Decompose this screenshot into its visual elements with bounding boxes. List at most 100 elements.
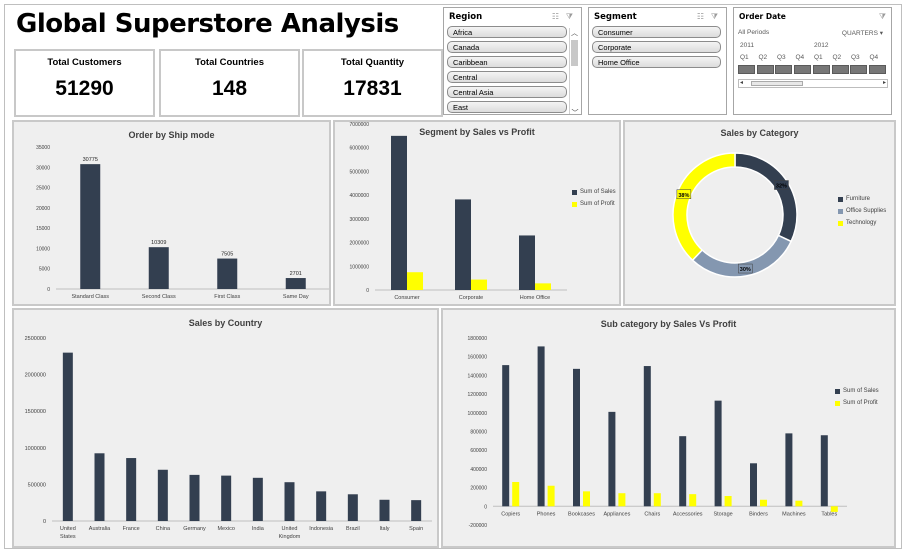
bar-copiers-profit (512, 481, 520, 507)
x-tick-label: India (252, 526, 265, 532)
legend-item-sales: Sum of Sales (572, 189, 616, 195)
subcategory-legend: Sum of Sales Sum of Profit (835, 388, 879, 412)
legend-swatch (572, 201, 577, 207)
x-tick-label: Spain (409, 526, 423, 532)
legend-swatch (838, 208, 843, 214)
y-tick-label: 10000 (36, 246, 50, 252)
x-tick-label: Second Class (142, 294, 176, 300)
bar-bookcases-profit (583, 491, 590, 507)
quarter-label: Q4 (869, 54, 879, 61)
clear-filter-icon[interactable]: ⧩ (711, 12, 718, 22)
timeline-scrollbar[interactable]: ◂ ▸ (738, 79, 888, 88)
slicer-item-corporate[interactable]: Corporate (592, 41, 721, 53)
data-label: 38% (678, 193, 689, 199)
dashboard-title: Global Superstore Analysis (16, 9, 399, 39)
bar-home-office-profit (535, 283, 551, 290)
bar-copiers-sales (502, 365, 510, 507)
slicer-item-africa[interactable]: Africa (447, 26, 567, 38)
bar-accessories-profit (689, 494, 697, 507)
slicer-item-consumer[interactable]: Consumer (592, 26, 721, 38)
quarter-label: Q3 (777, 54, 786, 61)
category-chart-panel: Sales by Category 32% 30% 38% Furniture Of… (623, 120, 896, 306)
quarter-tile[interactable] (775, 65, 793, 74)
bar-consumer-profit (407, 272, 423, 290)
x-tick-label: Same Day (283, 294, 309, 300)
quarter-label: Q4 (795, 54, 805, 61)
y-tick-label: 5000000 (350, 169, 370, 175)
slicer-item-home-office[interactable]: Home Office (592, 56, 721, 68)
order-date-timeline: Order Date ⧩ All Periods QUARTERS ▾ 2011… (733, 7, 892, 115)
x-tick-label: Storage (713, 511, 732, 517)
quarter-tile[interactable] (794, 65, 812, 74)
x-tick-label: United Kingdom (279, 526, 301, 540)
quarter-tile[interactable] (831, 65, 849, 74)
bar-phones-sales (537, 346, 545, 507)
bar-binders-sales (750, 463, 757, 507)
slicer-item-central[interactable]: Central (447, 71, 567, 83)
x-tick-label: First Class (214, 294, 240, 300)
x-tick-label: Corporate (459, 295, 483, 301)
legend-swatch (838, 220, 843, 226)
y-tick-label: 800000 (470, 430, 487, 436)
slicer-item-central-asia[interactable]: Central Asia (447, 86, 567, 98)
bar-standard-class-sales (80, 164, 101, 289)
clear-filter-icon[interactable]: ⧩ (566, 12, 573, 22)
slicer-item-east[interactable]: East (447, 101, 567, 113)
bar-appliances-sales (608, 411, 616, 507)
quarter-tile[interactable] (812, 65, 830, 74)
scroll-down-icon[interactable]: ﹀ (570, 108, 580, 114)
clear-filter-icon[interactable]: ⧩ (879, 12, 886, 22)
y-tick-label: 1600000 (468, 355, 488, 361)
all-periods-label: All Periods (738, 29, 770, 36)
legend-item-office-supplies: Office Supplies (838, 208, 886, 214)
time-level-dropdown[interactable]: QUARTERS ▾ (842, 29, 883, 37)
kpi-label: Total Quantity (340, 57, 405, 68)
x-tick-label: Machines (782, 511, 806, 517)
quarter-tile[interactable] (738, 65, 755, 74)
segment-chart-panel: Segment by Sales vs Profit 0 1000000 20000… (333, 120, 621, 306)
x-tick-label: China (156, 526, 171, 532)
country-chart: 0 500000 1000000 1500000 2000000 2500000 Unite… (25, 336, 432, 540)
multi-select-icon[interactable]: ☷ (552, 12, 559, 21)
y-tick-label: 600000 (470, 448, 487, 454)
order-date-title: Order Date (739, 12, 786, 21)
scroll-thumb[interactable] (751, 81, 803, 86)
quarter-tile[interactable] (868, 65, 886, 74)
legend-item-profit: Sum of Profit (835, 400, 879, 406)
quarter-tile[interactable] (756, 65, 774, 74)
x-tick-label: Brazil (346, 526, 360, 532)
bar-corporate-profit (471, 279, 487, 290)
scroll-up-icon[interactable]: ︿ (570, 28, 579, 38)
x-tick-label: France (123, 526, 140, 532)
y-tick-label: 1400000 (468, 373, 488, 379)
region-scrollbar[interactable]: ︿ ﹀ (569, 28, 580, 114)
country-chart-panel: Sales by Country 0 500000 1000000 1500000 20… (12, 308, 439, 548)
x-tick-label: Mexico (217, 526, 234, 532)
slicer-item-caribbean[interactable]: Caribbean (447, 56, 567, 68)
bar-bookcases-sales (573, 368, 580, 507)
subcategory-chart: -200000 0 200000 400000 600000 800000 1000000 1… (468, 336, 847, 529)
bar-germany-sales (189, 474, 200, 521)
region-slicer-title: Region (449, 12, 483, 22)
bar-chairs-sales (643, 366, 651, 507)
quarter-tile[interactable] (850, 65, 868, 74)
x-tick-label: United States (60, 526, 76, 540)
bar-united-kingdom-sales (284, 482, 295, 521)
x-tick-label: Consumer (394, 295, 420, 301)
y-tick-label: 2500000 (25, 336, 46, 342)
region-slicer-list: Africa Canada Caribbean Central Central … (444, 26, 581, 113)
x-tick-label: Italy (379, 526, 389, 532)
slicer-item-canada[interactable]: Canada (447, 41, 567, 53)
bar-chairs-profit (653, 493, 661, 507)
y-tick-label: 1500000 (25, 409, 46, 415)
bar-machines-sales (785, 433, 793, 507)
scroll-left-icon[interactable]: ◂ (740, 79, 743, 86)
bar-indonesia-sales (316, 491, 327, 521)
scroll-thumb[interactable] (571, 40, 578, 66)
scroll-right-icon[interactable]: ▸ (883, 79, 886, 86)
y-tick-label: 2000000 (25, 373, 46, 379)
bar-spain-sales (411, 500, 422, 521)
multi-select-icon[interactable]: ☷ (697, 12, 704, 21)
bar-storage-sales (714, 400, 722, 507)
data-label: 30775 (83, 157, 98, 163)
